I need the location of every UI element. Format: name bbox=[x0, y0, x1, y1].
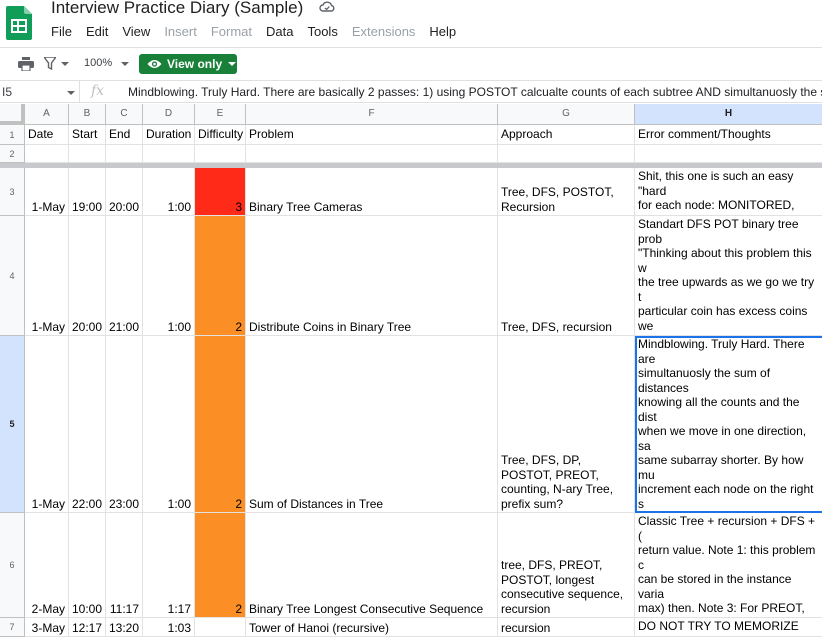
column-header-e[interactable]: E bbox=[195, 104, 246, 125]
zoom-select[interactable]: 100% bbox=[84, 57, 112, 69]
empty-cell[interactable] bbox=[143, 145, 195, 163]
thoughts-cell[interactable]: Shit, this one is such an easy "hard for… bbox=[635, 168, 822, 216]
duration-cell[interactable]: 1:17 bbox=[143, 513, 195, 618]
approach-cell[interactable]: recursion bbox=[498, 618, 635, 637]
date-cell[interactable]: 1-May bbox=[25, 216, 69, 336]
thoughts-cell[interactable]: DO NOT TRY TO MEMORIZE THE bbox=[635, 618, 822, 637]
end-cell[interactable]: 13:20 bbox=[106, 618, 143, 637]
difficulty-cell[interactable] bbox=[195, 618, 246, 637]
date-cell[interactable]: 1-May bbox=[25, 168, 69, 216]
column-header-b[interactable]: B bbox=[69, 104, 106, 125]
date-cell[interactable]: 1-May bbox=[25, 336, 69, 513]
duration-cell[interactable]: 1:03 bbox=[143, 618, 195, 637]
name-box-caret-icon[interactable] bbox=[67, 91, 75, 95]
header-cell-approach[interactable]: Approach bbox=[498, 125, 635, 145]
menu-format[interactable]: Format bbox=[204, 24, 259, 40]
sheets-logo-icon[interactable] bbox=[6, 6, 32, 40]
problem-cell[interactable]: Binary Tree Cameras bbox=[246, 168, 498, 216]
empty-cell[interactable] bbox=[246, 145, 498, 163]
row-header-6[interactable]: 6 bbox=[0, 513, 25, 618]
start-cell[interactable]: 10:00 bbox=[69, 513, 106, 618]
fx-icon: fx bbox=[91, 83, 105, 99]
empty-cell[interactable] bbox=[106, 145, 143, 163]
menu-bar: File Edit View Insert Format Data Tools … bbox=[44, 24, 463, 40]
view-only-caret-icon bbox=[228, 62, 237, 66]
header-cell-date[interactable]: Date bbox=[25, 125, 69, 145]
menu-view[interactable]: View bbox=[115, 24, 157, 40]
thoughts-cell-selected[interactable]: Mindblowing. Truly Hard. There are simul… bbox=[635, 336, 822, 513]
view-only-button[interactable]: View only bbox=[139, 54, 237, 74]
start-cell[interactable]: 12:17 bbox=[69, 618, 106, 637]
duration-cell[interactable]: 1:00 bbox=[143, 168, 195, 216]
header-cell-end[interactable]: End bbox=[106, 125, 143, 145]
toolbar: 100% View only bbox=[0, 47, 822, 80]
menu-edit[interactable]: Edit bbox=[79, 24, 115, 40]
difficulty-cell[interactable]: 2 bbox=[195, 336, 246, 513]
problem-cell[interactable]: Binary Tree Longest Consecutive Sequence bbox=[246, 513, 498, 618]
header-cell-duration[interactable]: Duration bbox=[143, 125, 195, 145]
zoom-caret-icon[interactable] bbox=[121, 62, 129, 66]
formula-bar: I5 fx Mindblowing. Truly Hard. There are… bbox=[0, 80, 822, 103]
formula-content[interactable]: Mindblowing. Truly Hard. There are basic… bbox=[128, 85, 822, 99]
header-cell-thoughts[interactable]: Error comment/Thoughts bbox=[635, 125, 822, 145]
menu-insert[interactable]: Insert bbox=[157, 24, 204, 40]
problem-cell[interactable]: Distribute Coins in Binary Tree bbox=[246, 216, 498, 336]
end-cell[interactable]: 20:00 bbox=[106, 168, 143, 216]
empty-cell[interactable] bbox=[635, 145, 822, 163]
approach-cell[interactable]: tree, DFS, PREOT, POSTOT, longest consec… bbox=[498, 513, 635, 618]
thoughts-cell[interactable]: Standart DFS POT binary tree prob "Think… bbox=[635, 216, 822, 336]
column-header-d[interactable]: D bbox=[143, 104, 195, 125]
problem-cell[interactable]: Tower of Hanoi (recursive) bbox=[246, 618, 498, 637]
empty-cell[interactable] bbox=[69, 145, 106, 163]
header-cell-problem[interactable]: Problem bbox=[246, 125, 498, 145]
menu-file[interactable]: File bbox=[44, 24, 79, 40]
column-header-g[interactable]: G bbox=[498, 104, 635, 125]
approach-cell[interactable]: Tree, DFS, recursion bbox=[498, 216, 635, 336]
view-only-label: View only bbox=[167, 57, 223, 71]
column-header-a[interactable]: A bbox=[25, 104, 69, 125]
start-cell[interactable]: 22:00 bbox=[69, 336, 106, 513]
cloud-saved-icon[interactable] bbox=[319, 0, 335, 14]
empty-cell[interactable] bbox=[195, 145, 246, 163]
filter-dropdown-caret-icon[interactable] bbox=[61, 62, 69, 66]
row-header-7[interactable]: 7 bbox=[0, 618, 25, 637]
select-all-corner[interactable] bbox=[0, 104, 25, 125]
end-cell[interactable]: 21:00 bbox=[106, 216, 143, 336]
empty-cell[interactable] bbox=[498, 145, 635, 163]
row-header-3[interactable]: 3 bbox=[0, 168, 25, 216]
duration-cell[interactable]: 1:00 bbox=[143, 336, 195, 513]
eye-icon bbox=[147, 60, 162, 68]
menu-data[interactable]: Data bbox=[259, 24, 300, 40]
column-header-c[interactable]: C bbox=[106, 104, 143, 125]
end-cell[interactable]: 11:17 bbox=[106, 513, 143, 618]
start-cell[interactable]: 19:00 bbox=[69, 168, 106, 216]
difficulty-cell[interactable]: 2 bbox=[195, 513, 246, 618]
approach-cell[interactable]: Tree, DFS, DP, POSTOT, PREOT, counting, … bbox=[498, 336, 635, 513]
header-cell-start[interactable]: Start bbox=[69, 125, 106, 145]
column-header-h[interactable]: H bbox=[635, 104, 822, 125]
row-header-5[interactable]: 5 bbox=[0, 336, 25, 513]
document-title[interactable]: Interview Practice Diary (Sample) bbox=[51, 0, 303, 18]
print-icon[interactable] bbox=[18, 57, 34, 72]
date-cell[interactable]: 3-May bbox=[25, 618, 69, 637]
menu-extensions[interactable]: Extensions bbox=[345, 24, 423, 40]
column-header-f[interactable]: F bbox=[246, 104, 498, 125]
date-cell[interactable]: 2-May bbox=[25, 513, 69, 618]
header-cell-difficulty[interactable]: Difficulty bbox=[195, 125, 246, 145]
empty-cell[interactable] bbox=[25, 145, 69, 163]
end-cell[interactable]: 23:00 bbox=[106, 336, 143, 513]
menu-tools[interactable]: Tools bbox=[300, 24, 344, 40]
start-cell[interactable]: 20:00 bbox=[69, 216, 106, 336]
difficulty-cell[interactable]: 2 bbox=[195, 216, 246, 336]
difficulty-cell[interactable]: 3 bbox=[195, 168, 246, 216]
approach-cell[interactable]: Tree, DFS, POSTOT, Recursion bbox=[498, 168, 635, 216]
row-header-1[interactable]: 1 bbox=[0, 125, 25, 145]
problem-cell[interactable]: Sum of Distances in Tree bbox=[246, 336, 498, 513]
row-header-2[interactable]: 2 bbox=[0, 145, 25, 163]
menu-help[interactable]: Help bbox=[422, 24, 463, 40]
filter-icon[interactable] bbox=[42, 56, 58, 71]
row-header-4[interactable]: 4 bbox=[0, 216, 25, 336]
duration-cell[interactable]: 1:00 bbox=[143, 216, 195, 336]
thoughts-cell[interactable]: Classic Tree + recursion + DFS + ( retur… bbox=[635, 513, 822, 618]
